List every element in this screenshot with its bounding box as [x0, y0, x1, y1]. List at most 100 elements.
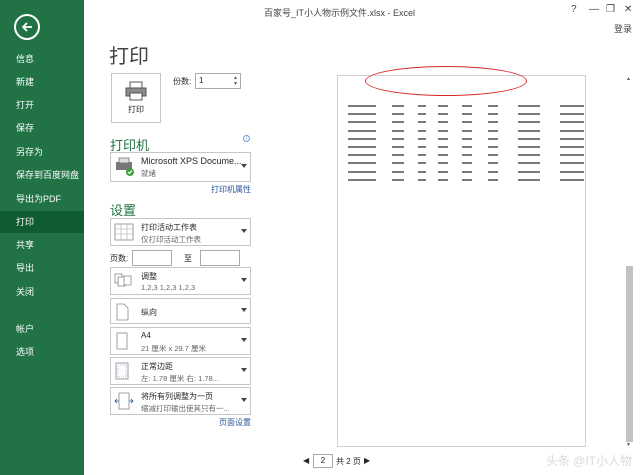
print-preview-page — [337, 75, 586, 447]
scroll-up-icon[interactable]: ▲ — [626, 76, 631, 82]
nav-options[interactable]: 选项 — [0, 341, 84, 363]
chevron-down-icon — [241, 398, 247, 402]
preview-cell — [462, 121, 472, 124]
preview-cell — [348, 146, 376, 148]
scaling-dropdown[interactable]: 将所有列调整为一页 缩减打印输出使其只有一... — [110, 387, 251, 415]
preview-cell — [418, 170, 426, 173]
collate-pages-icon — [114, 273, 132, 287]
preview-cell — [438, 162, 448, 165]
preview-cell — [348, 105, 376, 107]
printer-status: 就绪 — [141, 169, 156, 178]
nav-share[interactable]: 共享 — [0, 234, 84, 256]
pages-to-label: 至 — [184, 254, 192, 263]
preview-cell — [518, 162, 540, 165]
preview-cell — [438, 146, 448, 148]
preview-cell — [348, 113, 376, 116]
chevron-down-icon — [241, 164, 247, 168]
preview-cell — [418, 129, 426, 132]
paper-size-dropdown[interactable]: A4 21 厘米 x 29.7 厘米 — [110, 327, 251, 355]
preview-cell — [518, 154, 540, 157]
margins-sub: 左: 1.78 厘米 右: 1.78... — [141, 374, 219, 383]
pages-from-input[interactable] — [132, 250, 172, 266]
nav-save-as[interactable]: 另存为 — [0, 141, 84, 163]
nav-print[interactable]: 打印 — [0, 211, 84, 233]
pages-to-input[interactable] — [200, 250, 240, 266]
preview-cell — [518, 170, 540, 173]
preview-cell — [462, 113, 472, 116]
nav-account[interactable]: 帐户 — [0, 318, 84, 340]
current-page-input[interactable]: 2 — [313, 454, 333, 468]
preview-cell — [438, 113, 448, 116]
preview-cell — [392, 121, 404, 124]
preview-cell — [392, 146, 404, 148]
margins-dropdown[interactable]: 正常边距 左: 1.78 厘米 右: 1.78... — [110, 357, 251, 385]
paper-size-sub: 21 厘米 x 29.7 厘米 — [141, 344, 207, 353]
scaling-main: 将所有列调整为一页 — [141, 392, 213, 401]
preview-cell — [488, 170, 498, 173]
copies-input[interactable]: 1 ▲ ▼ — [195, 73, 241, 89]
page-title: 打印 — [109, 46, 149, 68]
preview-cell — [560, 137, 584, 140]
help-button[interactable]: ? — [571, 4, 577, 15]
preview-cell — [418, 137, 426, 140]
scrollbar-thumb[interactable] — [626, 266, 633, 442]
preview-cell — [462, 178, 472, 181]
nav-info[interactable]: 信息 — [0, 48, 84, 70]
preview-cell — [488, 121, 498, 124]
copies-label: 份数: — [173, 77, 192, 86]
nav-new[interactable]: 新建 — [0, 71, 84, 93]
printer-dropdown[interactable]: Microsoft XPS Docume... 就绪 — [110, 152, 251, 182]
print-scope-dropdown[interactable]: 打印活动工作表 仅打印活动工作表 — [110, 218, 251, 246]
settings-heading: 设置 — [110, 203, 137, 218]
nav-save[interactable]: 保存 — [0, 117, 84, 139]
portrait-page-icon — [116, 303, 129, 321]
chevron-down-icon — [241, 368, 247, 372]
preview-scrollbar[interactable]: ▲ ▼ — [626, 76, 634, 450]
preview-cell — [560, 178, 584, 181]
preview-cell — [560, 105, 584, 107]
preview-cell — [462, 129, 472, 132]
preview-cell — [438, 170, 448, 173]
page-setup-link[interactable]: 页面设置 — [219, 417, 251, 428]
preview-cell — [392, 105, 404, 107]
close-button[interactable]: ✕ — [624, 4, 632, 15]
nav-save-to-baidu[interactable]: 保存到百度网盘 — [0, 164, 84, 186]
preview-cell — [438, 129, 448, 132]
nav-open[interactable]: 打开 — [0, 94, 84, 116]
scaling-sub: 缩减打印输出使其只有一... — [141, 404, 230, 413]
paper-size-main: A4 — [141, 331, 151, 340]
preview-cell — [518, 121, 540, 124]
preview-cell — [488, 178, 498, 181]
margins-main: 正常边距 — [141, 362, 173, 371]
preview-cell — [560, 162, 584, 165]
info-icon[interactable]: i — [243, 135, 250, 142]
nav-export-pdf[interactable]: 导出为PDF — [0, 188, 84, 210]
restore-button[interactable]: ❐ — [606, 4, 615, 15]
chevron-down-icon — [241, 278, 247, 282]
preview-cell — [560, 154, 584, 157]
paper-size-icon — [116, 332, 128, 350]
print-button[interactable]: 打印 — [111, 73, 161, 123]
back-arrow-icon[interactable] — [14, 14, 40, 40]
signin-link[interactable]: 登录 — [614, 22, 632, 35]
scroll-down-icon[interactable]: ▼ — [626, 442, 631, 448]
collate-dropdown[interactable]: 调整 1,2,3 1,2,3 1,2,3 — [110, 267, 251, 295]
copies-spinner-icon[interactable]: ▲ ▼ — [233, 75, 238, 87]
sheet-grid-icon — [114, 223, 134, 241]
preview-cell — [392, 129, 404, 132]
printer-properties-link[interactable]: 打印机属性 — [211, 184, 251, 195]
preview-cell — [488, 137, 498, 140]
preview-cell — [488, 105, 498, 107]
orientation-dropdown[interactable]: 纵向 — [110, 298, 251, 324]
title-bar: 百家号_IT小人物示例文件.xlsx - Excel ? — ❐ ✕ — [84, 0, 640, 24]
preview-cell — [462, 137, 472, 140]
next-page-icon[interactable]: ▶ — [364, 456, 370, 465]
preview-cell — [392, 137, 404, 140]
print-scope-main: 打印活动工作表 — [141, 223, 197, 232]
prev-page-icon[interactable]: ◀ — [303, 456, 309, 465]
minimize-button[interactable]: — — [589, 4, 599, 15]
nav-export[interactable]: 导出 — [0, 257, 84, 279]
preview-cell — [418, 113, 426, 116]
nav-close[interactable]: 关闭 — [0, 281, 84, 303]
preview-cell — [488, 113, 498, 116]
